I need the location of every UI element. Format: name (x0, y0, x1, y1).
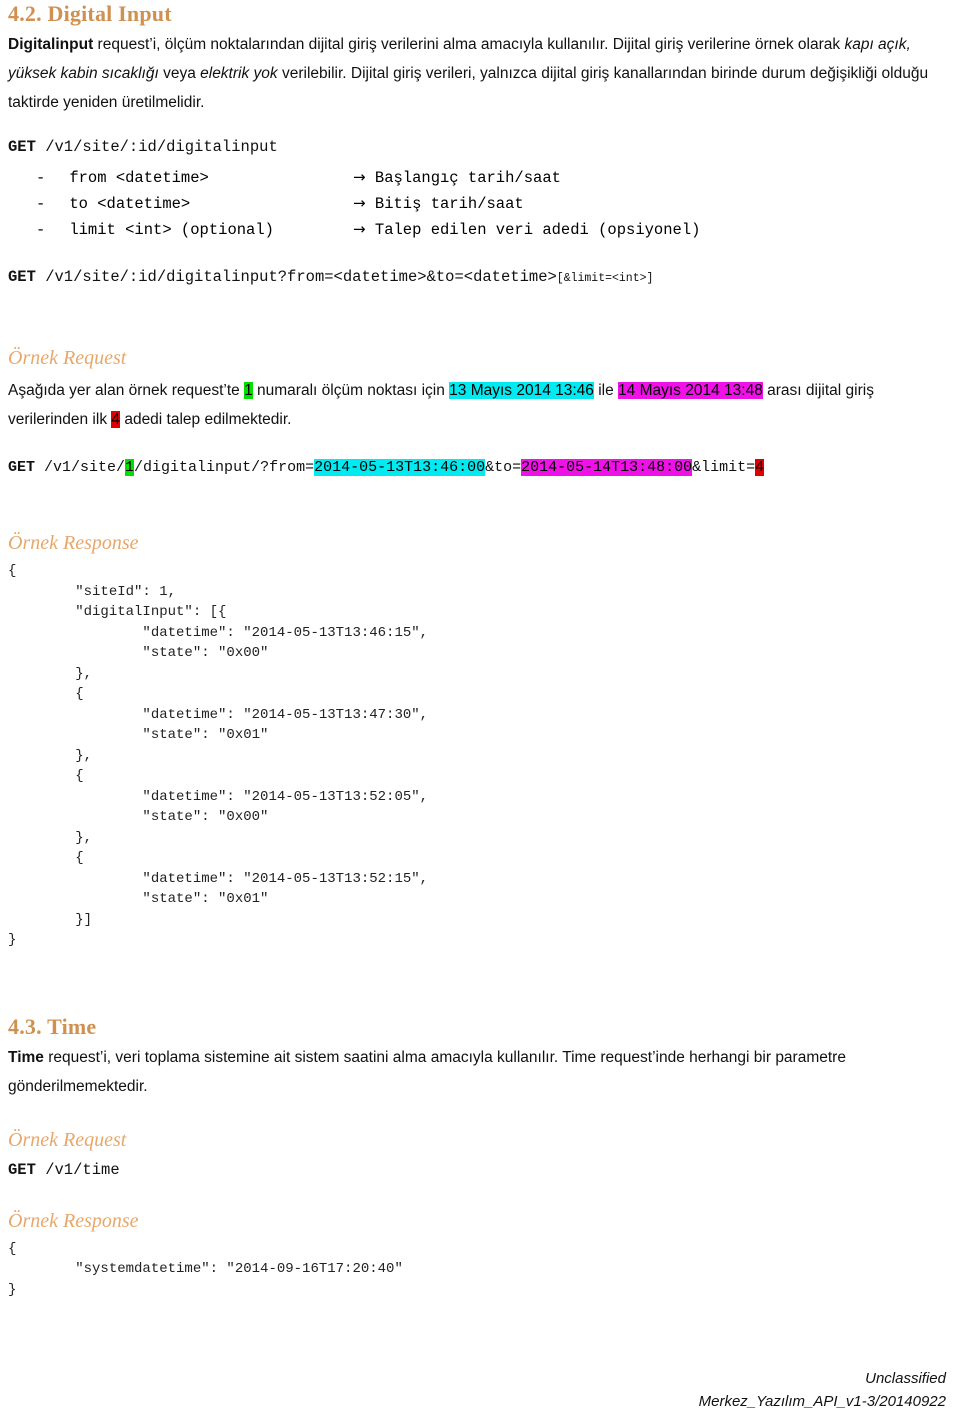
url-segment-3: &to= (485, 459, 522, 477)
highlight-site-id: 1 (244, 382, 253, 400)
url-from-value: 2014-05-13T13:46:00 (314, 459, 486, 477)
http-verb-get: GET (8, 1160, 36, 1179)
digital-input-endpoint-full-path: /v1/site/:id/digitalinput?from=<datetime… (35, 268, 557, 287)
http-verb-get: GET (8, 138, 36, 157)
time-endpoint-path: /v1/time (35, 1160, 120, 1179)
param-description: Bitiş tarih/saat (374, 195, 524, 214)
sample-request-description: Aşağıda yer alan örnek request’te 1 numa… (8, 376, 952, 434)
digital-input-endpoint: GET /v1/site/:id/digitalinput (8, 135, 952, 159)
url-segment-1: /v1/site/ (35, 459, 126, 477)
sample-desc-text-3: ile (593, 382, 619, 400)
param-name: from <datetime> (69, 169, 209, 188)
param-bullet: - (36, 169, 46, 188)
time-section-title: 4.3. Time (8, 1013, 97, 1039)
param-bullet: - (36, 195, 46, 214)
digital-input-intro-text-2: veya (158, 65, 201, 83)
url-limit-value: 4 (755, 459, 765, 477)
time-sample-request-heading: Örnek Request (8, 1128, 127, 1151)
time-intro-paragraph: Time request’i, veri toplama sistemine a… (8, 1043, 952, 1101)
param-bullet: - (36, 221, 46, 240)
sample-desc-text-2: numaralı ölçüm noktası için (252, 382, 450, 400)
digital-input-endpoint-path: /v1/site/:id/digitalinput (35, 138, 278, 157)
url-to-value: 2014-05-14T13:48:00 (521, 459, 693, 477)
page-title: 4.2. Digital Input (8, 1, 172, 26)
url-segment-4: &limit= (692, 459, 756, 477)
digital-input-params-list: - from <datetime> → Başlangıç tarih/saat -… (8, 165, 952, 243)
highlight-limit: 4 (111, 411, 121, 429)
sample-request-heading: Örnek Request (8, 347, 127, 370)
digital-input-intro-lead: Digitalinput (8, 36, 94, 54)
time-sample-response-body: { "systemdatetime": "2014-09-16T17:20:40… (8, 1240, 403, 1298)
digital-input-intro-italic-2: elektrik yok (200, 65, 278, 83)
time-intro-lead: Time (8, 1048, 44, 1066)
document-page: 4.2. Digital Input Digitalinput request’… (0, 0, 960, 1427)
param-name: limit <int> (optional) (69, 221, 274, 240)
http-verb-get: GET (8, 459, 36, 477)
digital-input-endpoint-optional-part: [&limit=<int>] (556, 272, 654, 286)
document-id-label: Merkez_Yazılım_API_v1-3/20140922 (698, 1393, 946, 1410)
page-footer: Unclassified Merkez_Yazılım_API_v1-3/201… (699, 1367, 946, 1413)
sample-response-heading: Örnek Response (8, 532, 139, 555)
time-intro-text: request’i, veri toplama sistemine ait si… (8, 1048, 846, 1095)
arrow-right-icon: → (353, 220, 366, 239)
param-description: Talep edilen veri adedi (opsiyonel) (374, 221, 701, 240)
digital-input-intro-text-1: request’i, ölçüm noktalarından dijital g… (93, 36, 845, 54)
time-sample-request-url: GET /v1/time (8, 1158, 952, 1182)
time-sample-response-heading: Örnek Response (8, 1209, 139, 1232)
digital-input-endpoint-full: GET /v1/site/:id/digitalinput?from=<date… (8, 265, 952, 291)
arrow-right-icon: → (353, 194, 366, 213)
param-row-to: - to <datetime> → Bitiş tarih/saat (8, 191, 952, 217)
highlight-from-datetime: 13 Mayıs 2014 13:46 (449, 382, 594, 400)
http-verb-get: GET (8, 268, 36, 287)
url-site-id: 1 (125, 459, 135, 477)
sample-request-url: GET /v1/site/1/digitalinput/?from=2014-0… (8, 456, 952, 480)
sample-desc-text-5: adedi talep edilmektedir. (120, 411, 292, 429)
param-name: to <datetime> (69, 195, 191, 214)
param-description: Başlangıç tarih/saat (374, 169, 561, 188)
highlight-to-datetime: 14 Mayıs 2014 13:48 (618, 382, 763, 400)
digital-input-intro-paragraph: Digitalinput request’i, ölçüm noktaların… (8, 30, 952, 117)
param-row-limit: - limit <int> (optional) → Talep edilen ve… (8, 217, 952, 243)
sample-desc-text-1: Aşağıda yer alan örnek request’te (8, 382, 245, 400)
param-row-from: - from <datetime> → Başlangıç tarih/saat (8, 165, 952, 191)
classification-label: Unclassified (865, 1370, 946, 1387)
url-segment-2: /digitalinput/?from= (134, 459, 315, 477)
arrow-right-icon: → (353, 168, 366, 187)
sample-response-body: { "siteId": 1, "digitalInput": [{ "datet… (8, 563, 429, 949)
